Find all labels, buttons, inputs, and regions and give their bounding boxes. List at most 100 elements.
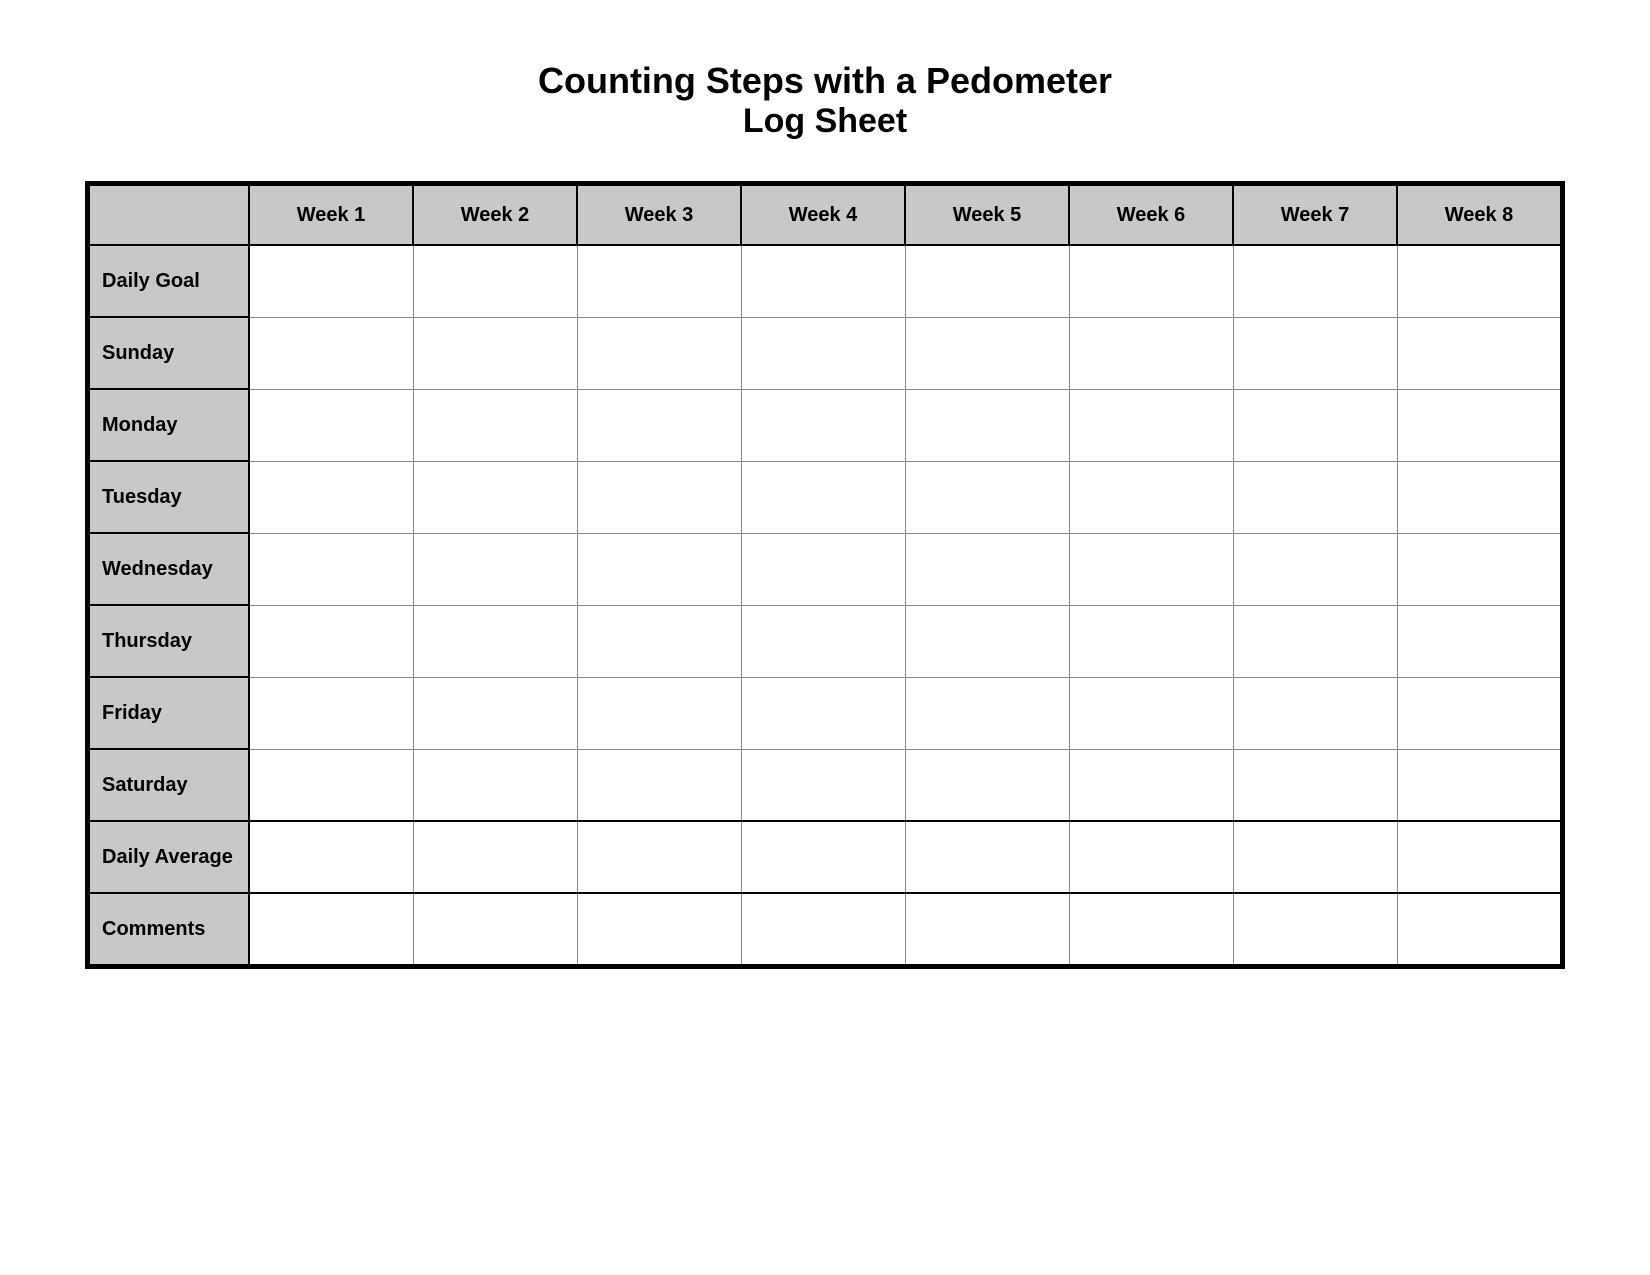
cell-daily-average-w8[interactable] [1397,821,1561,893]
cell-tuesday-w5[interactable] [905,461,1069,533]
cell-sunday-w7[interactable] [1233,317,1397,389]
cell-wednesday-w7[interactable] [1233,533,1397,605]
cell-daily-average-w4[interactable] [741,821,905,893]
row-friday: Friday [89,677,1561,749]
cell-wednesday-w5[interactable] [905,533,1069,605]
cell-sunday-w8[interactable] [1397,317,1561,389]
cell-daily-average-w7[interactable] [1233,821,1397,893]
cell-comments-w3[interactable] [577,893,741,965]
cell-friday-w6[interactable] [1069,677,1233,749]
header-week4: Week 4 [741,185,905,245]
cell-thursday-w5[interactable] [905,605,1069,677]
cell-sunday-w4[interactable] [741,317,905,389]
cell-saturday-w8[interactable] [1397,749,1561,821]
cell-saturday-w7[interactable] [1233,749,1397,821]
cell-saturday-w6[interactable] [1069,749,1233,821]
cell-monday-w7[interactable] [1233,389,1397,461]
cell-sunday-w5[interactable] [905,317,1069,389]
cell-sunday-w3[interactable] [577,317,741,389]
cell-tuesday-w7[interactable] [1233,461,1397,533]
header-week6: Week 6 [1069,185,1233,245]
cell-thursday-w6[interactable] [1069,605,1233,677]
cell-daily-goal-w8[interactable] [1397,245,1561,317]
cell-monday-w6[interactable] [1069,389,1233,461]
cell-comments-w6[interactable] [1069,893,1233,965]
cell-thursday-w4[interactable] [741,605,905,677]
cell-thursday-w8[interactable] [1397,605,1561,677]
page-title: Counting Steps with a Pedometer Log Shee… [538,60,1112,141]
cell-saturday-w4[interactable] [741,749,905,821]
header-week2: Week 2 [413,185,577,245]
cell-saturday-w5[interactable] [905,749,1069,821]
row-sunday: Sunday [89,317,1561,389]
cell-wednesday-w4[interactable] [741,533,905,605]
row-thursday: Thursday [89,605,1561,677]
cell-daily-average-w5[interactable] [905,821,1069,893]
cell-friday-w4[interactable] [741,677,905,749]
cell-tuesday-w4[interactable] [741,461,905,533]
cell-wednesday-w6[interactable] [1069,533,1233,605]
cell-monday-w8[interactable] [1397,389,1561,461]
header-week5: Week 5 [905,185,1069,245]
cell-friday-w1[interactable] [249,677,413,749]
cell-friday-w8[interactable] [1397,677,1561,749]
label-monday: Monday [89,389,249,461]
cell-tuesday-w8[interactable] [1397,461,1561,533]
cell-friday-w2[interactable] [413,677,577,749]
cell-tuesday-w3[interactable] [577,461,741,533]
cell-thursday-w1[interactable] [249,605,413,677]
cell-saturday-w3[interactable] [577,749,741,821]
cell-comments-w4[interactable] [741,893,905,965]
cell-daily-goal-w2[interactable] [413,245,577,317]
cell-monday-w1[interactable] [249,389,413,461]
cell-comments-w2[interactable] [413,893,577,965]
cell-monday-w5[interactable] [905,389,1069,461]
cell-daily-average-w2[interactable] [413,821,577,893]
cell-daily-goal-w7[interactable] [1233,245,1397,317]
log-table: Week 1 Week 2 Week 3 Week 4 Week 5 Week … [88,184,1562,966]
label-saturday: Saturday [89,749,249,821]
header-week3: Week 3 [577,185,741,245]
cell-monday-w2[interactable] [413,389,577,461]
cell-daily-average-w3[interactable] [577,821,741,893]
label-comments: Comments [89,893,249,965]
cell-comments-w5[interactable] [905,893,1069,965]
cell-daily-average-w1[interactable] [249,821,413,893]
cell-thursday-w7[interactable] [1233,605,1397,677]
row-daily-goal: Daily Goal [89,245,1561,317]
cell-comments-w1[interactable] [249,893,413,965]
label-daily-average: Daily Average [89,821,249,893]
cell-thursday-w3[interactable] [577,605,741,677]
cell-thursday-w2[interactable] [413,605,577,677]
cell-comments-w8[interactable] [1397,893,1561,965]
row-wednesday: Wednesday [89,533,1561,605]
header-week1: Week 1 [249,185,413,245]
cell-comments-w7[interactable] [1233,893,1397,965]
cell-tuesday-w1[interactable] [249,461,413,533]
cell-wednesday-w2[interactable] [413,533,577,605]
cell-wednesday-w3[interactable] [577,533,741,605]
cell-friday-w5[interactable] [905,677,1069,749]
cell-monday-w4[interactable] [741,389,905,461]
cell-daily-goal-w1[interactable] [249,245,413,317]
label-wednesday: Wednesday [89,533,249,605]
cell-monday-w3[interactable] [577,389,741,461]
cell-tuesday-w2[interactable] [413,461,577,533]
cell-saturday-w2[interactable] [413,749,577,821]
cell-tuesday-w6[interactable] [1069,461,1233,533]
cell-daily-average-w6[interactable] [1069,821,1233,893]
cell-sunday-w2[interactable] [413,317,577,389]
cell-saturday-w1[interactable] [249,749,413,821]
cell-daily-goal-w5[interactable] [905,245,1069,317]
cell-daily-goal-w6[interactable] [1069,245,1233,317]
cell-wednesday-w1[interactable] [249,533,413,605]
cell-sunday-w6[interactable] [1069,317,1233,389]
label-thursday: Thursday [89,605,249,677]
cell-friday-w3[interactable] [577,677,741,749]
cell-daily-goal-w4[interactable] [741,245,905,317]
sub-title: Log Sheet [538,102,1112,141]
cell-sunday-w1[interactable] [249,317,413,389]
cell-daily-goal-w3[interactable] [577,245,741,317]
cell-wednesday-w8[interactable] [1397,533,1561,605]
cell-friday-w7[interactable] [1233,677,1397,749]
